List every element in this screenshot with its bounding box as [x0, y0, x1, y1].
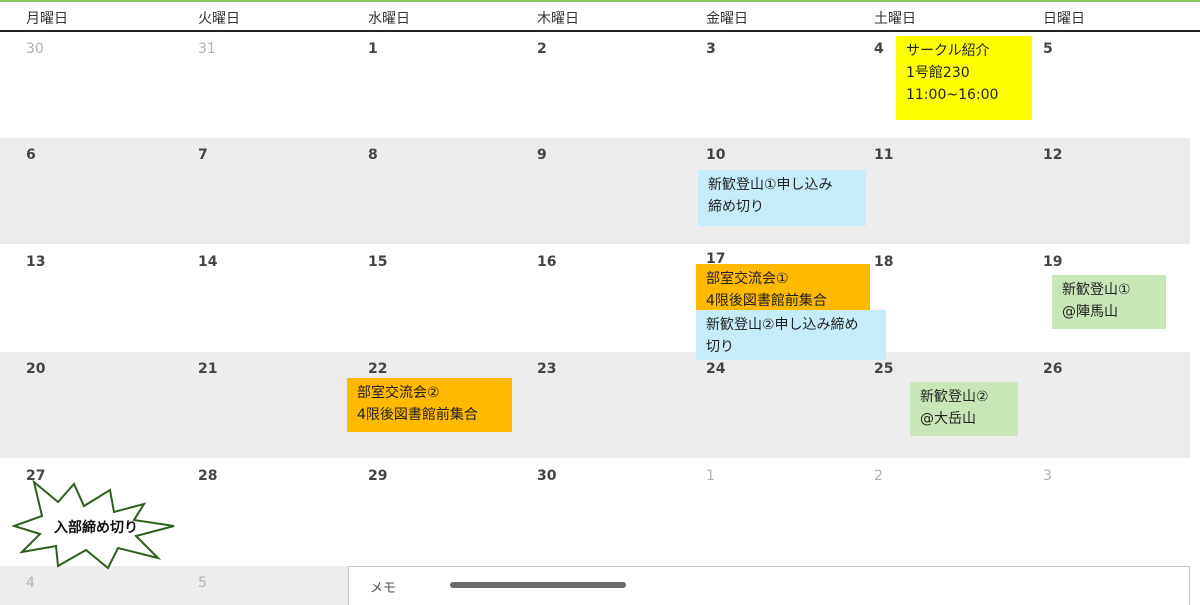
- day-cell[interactable]: 10: [706, 147, 725, 163]
- day-cell[interactable]: 26: [1043, 361, 1062, 377]
- weekday-sat: 土曜日: [874, 11, 916, 27]
- day-cell[interactable]: 3: [706, 41, 716, 57]
- day-cell[interactable]: 9: [537, 147, 547, 163]
- event-line: 部室交流会②: [357, 385, 440, 401]
- day-cell[interactable]: 15: [368, 254, 387, 270]
- day-cell[interactable]: 31: [198, 41, 216, 57]
- week-row-3: [0, 244, 1190, 352]
- day-cell[interactable]: 13: [26, 254, 45, 270]
- event-line: 4限後図書館前集合: [357, 407, 478, 423]
- event-line: 新歓登山②申し込み締め: [706, 317, 859, 333]
- day-cell[interactable]: 4: [26, 575, 35, 591]
- weekday-tue: 火曜日: [198, 11, 240, 27]
- day-cell[interactable]: 21: [198, 361, 217, 377]
- day-cell[interactable]: 22: [368, 361, 387, 377]
- day-cell[interactable]: 30: [537, 468, 556, 484]
- event-line: 新歓登山①申し込み: [708, 177, 833, 193]
- join-deadline-label: 入部締め切り: [54, 520, 138, 536]
- day-cell[interactable]: 5: [198, 575, 207, 591]
- day-cell[interactable]: 2: [537, 41, 547, 57]
- event-hike2-deadline[interactable]: 新歓登山②申し込み締め 切り: [696, 310, 886, 360]
- event-line: サークル紹介: [906, 43, 990, 59]
- day-cell[interactable]: 3: [1043, 468, 1052, 484]
- event-line: @陣馬山: [1062, 304, 1118, 320]
- weekday-fri: 金曜日: [706, 11, 748, 27]
- day-cell[interactable]: 20: [26, 361, 45, 377]
- week-row-2: [0, 138, 1190, 244]
- event-club-meet-2[interactable]: 部室交流会② 4限後図書館前集合: [347, 378, 512, 432]
- event-line: 新歓登山②: [920, 389, 989, 405]
- event-club-meet-1[interactable]: 部室交流会① 4限後図書館前集合: [696, 264, 870, 314]
- event-line: 切り: [706, 339, 734, 355]
- day-cell[interactable]: 1: [368, 41, 378, 57]
- event-hike1-deadline[interactable]: 新歓登山①申し込み 締め切り: [698, 170, 866, 226]
- day-cell[interactable]: 4: [874, 41, 884, 57]
- day-cell[interactable]: 7: [198, 147, 208, 163]
- day-cell[interactable]: 19: [1043, 254, 1062, 270]
- day-cell[interactable]: 5: [1043, 41, 1053, 57]
- weekday-thu: 木曜日: [537, 11, 579, 27]
- event-line: 4限後図書館前集合: [706, 293, 827, 309]
- event-line: 新歓登山①: [1062, 282, 1131, 298]
- weekday-sun: 日曜日: [1043, 11, 1085, 27]
- day-cell[interactable]: 23: [537, 361, 556, 377]
- event-circle-intro[interactable]: サークル紹介 1号館230 11:00~16:00: [896, 36, 1032, 120]
- day-cell[interactable]: 25: [874, 361, 893, 377]
- event-line: 1号館230: [906, 65, 970, 81]
- day-cell[interactable]: 29: [368, 468, 387, 484]
- drag-handle[interactable]: [450, 582, 626, 588]
- memo-label: メモ: [370, 581, 397, 596]
- event-line: 部室交流会①: [706, 271, 789, 287]
- day-cell[interactable]: 11: [874, 147, 893, 163]
- day-cell[interactable]: 2: [874, 468, 883, 484]
- weekday-wed: 水曜日: [368, 11, 410, 27]
- day-cell[interactable]: 12: [1043, 147, 1062, 163]
- day-cell[interactable]: 8: [368, 147, 378, 163]
- day-cell[interactable]: 24: [706, 361, 725, 377]
- weekday-header: 月曜日 火曜日 水曜日 木曜日 金曜日 土曜日 日曜日: [0, 2, 1200, 32]
- event-hike-2[interactable]: 新歓登山② @大岳山: [910, 382, 1018, 436]
- day-cell[interactable]: 18: [874, 254, 893, 270]
- weekday-mon: 月曜日: [26, 11, 68, 27]
- day-cell[interactable]: 30: [26, 41, 44, 57]
- event-line: @大岳山: [920, 411, 976, 427]
- event-line: 11:00~16:00: [906, 87, 999, 103]
- day-cell[interactable]: 6: [26, 147, 36, 163]
- event-hike-1[interactable]: 新歓登山① @陣馬山: [1052, 275, 1166, 329]
- day-cell[interactable]: 28: [198, 468, 217, 484]
- day-cell[interactable]: 1: [706, 468, 715, 484]
- day-cell[interactable]: 16: [537, 254, 556, 270]
- day-cell[interactable]: 14: [198, 254, 217, 270]
- event-line: 締め切り: [708, 199, 764, 215]
